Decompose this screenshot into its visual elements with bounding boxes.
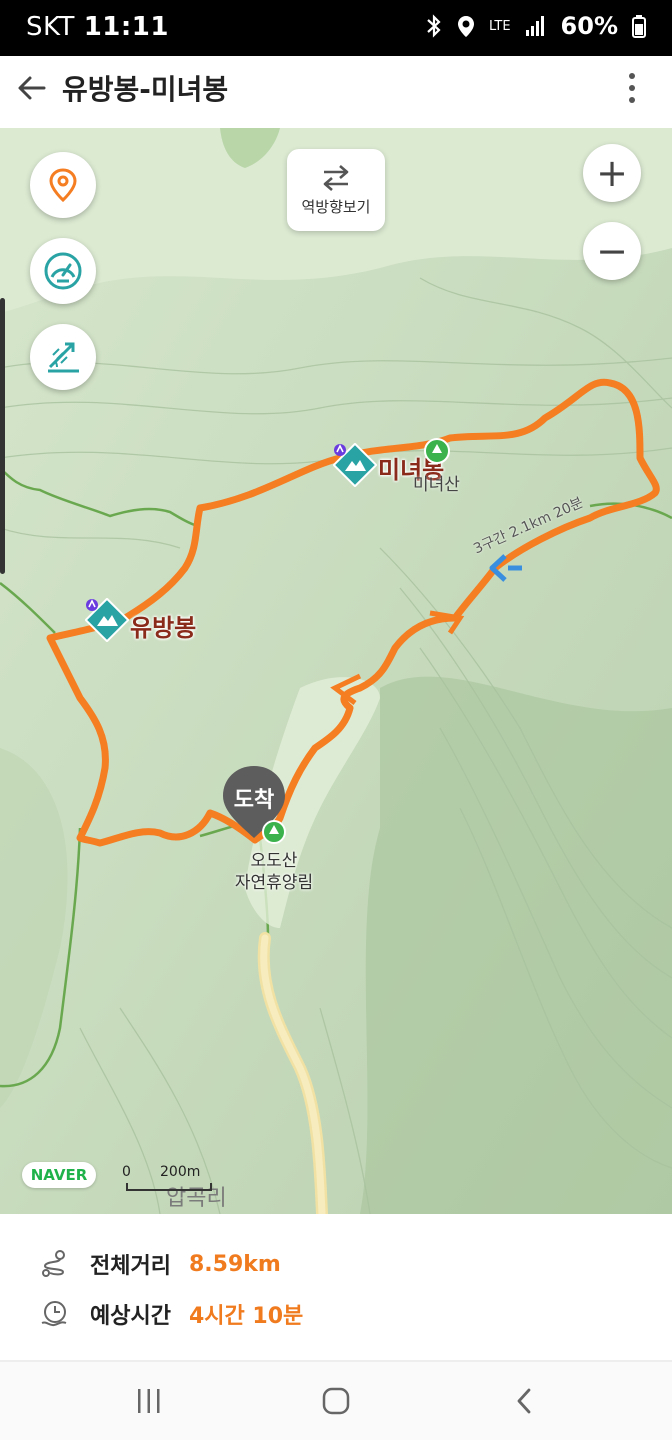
peak-marker-minyeobong[interactable] bbox=[333, 443, 377, 487]
map-view[interactable]: 미녀봉 미녀산 유방봉 도착 오도산 자연휴양림 3구간 2.1km 20분 압… bbox=[0, 128, 672, 1214]
scale-bar bbox=[126, 1183, 212, 1191]
system-back-button[interactable] bbox=[494, 1376, 554, 1426]
peak-marker-yubangbong[interactable] bbox=[85, 598, 129, 642]
page-title: 유방봉-미녀봉 bbox=[62, 73, 229, 106]
location-pin-icon bbox=[49, 168, 77, 202]
time-value: 4시간 10분 bbox=[188, 1304, 304, 1329]
elevation-button[interactable] bbox=[30, 324, 96, 390]
battery-icon bbox=[632, 15, 646, 38]
peak-label-yubangbong: 유방봉 bbox=[130, 614, 197, 642]
arrival-pin-label: 도착 bbox=[233, 788, 275, 813]
speedometer-icon bbox=[44, 252, 82, 290]
time-label: 예상시간 bbox=[90, 1304, 171, 1329]
distance-row: 전체거리 8.59km bbox=[36, 1246, 281, 1282]
zoom-in-button[interactable]: + bbox=[583, 144, 641, 202]
back-icon bbox=[517, 1388, 531, 1414]
reverse-direction-button[interactable]: 역방향보기 bbox=[287, 149, 385, 231]
distance-label: 전체거리 bbox=[90, 1254, 171, 1279]
back-arrow-icon bbox=[18, 76, 46, 100]
more-vertical-icon bbox=[629, 73, 635, 79]
route-summary: 전체거리 8.59km 예상시간 4시간 10분 bbox=[0, 1214, 672, 1360]
network-type: LTE bbox=[488, 18, 511, 34]
mountain-label: 미녀산 bbox=[413, 475, 460, 495]
scale-value: 200m bbox=[160, 1164, 201, 1180]
forest-label: 오도산 자연휴양림 bbox=[224, 850, 324, 894]
route-icon bbox=[36, 1246, 72, 1282]
home-icon bbox=[322, 1387, 350, 1415]
map-canvas bbox=[0, 128, 672, 1214]
signal-icon bbox=[525, 16, 544, 36]
recent-apps-icon bbox=[138, 1389, 160, 1413]
time-row: 예상시간 4시간 10분 bbox=[36, 1296, 303, 1332]
naver-logo: NAVER bbox=[22, 1162, 96, 1188]
recent-apps-button[interactable] bbox=[119, 1376, 179, 1426]
clock-icon bbox=[36, 1296, 72, 1332]
location-icon bbox=[457, 16, 474, 37]
status-bar: SKT 11:11 LTE 60% bbox=[0, 0, 672, 56]
elevation-icon bbox=[48, 342, 79, 373]
reverse-direction-label: 역방향보기 bbox=[301, 197, 371, 216]
clock-time: 11:11 bbox=[83, 12, 169, 42]
bluetooth-icon bbox=[427, 14, 441, 38]
forest-marker-icon bbox=[424, 438, 450, 464]
forest-label-line1: 오도산 bbox=[250, 851, 298, 871]
battery-percent: 60% bbox=[560, 12, 618, 40]
zoom-out-button[interactable]: − bbox=[583, 222, 641, 280]
side-handle[interactable] bbox=[0, 298, 5, 574]
distance-value: 8.59km bbox=[188, 1251, 281, 1277]
forest-marker-icon bbox=[262, 820, 286, 844]
speed-button[interactable] bbox=[30, 238, 96, 304]
system-nav-bar bbox=[0, 1362, 672, 1440]
back-button[interactable] bbox=[12, 68, 52, 108]
app-bar: 유방봉-미녀봉 bbox=[0, 56, 672, 129]
more-options-button[interactable] bbox=[622, 68, 642, 108]
carrier-label: SKT bbox=[26, 12, 75, 42]
scale-zero: 0 bbox=[122, 1164, 131, 1180]
my-location-button[interactable] bbox=[30, 152, 96, 218]
forest-label-line2: 자연휴양림 bbox=[234, 873, 314, 893]
home-button[interactable] bbox=[306, 1376, 366, 1426]
swap-icon bbox=[323, 164, 349, 191]
